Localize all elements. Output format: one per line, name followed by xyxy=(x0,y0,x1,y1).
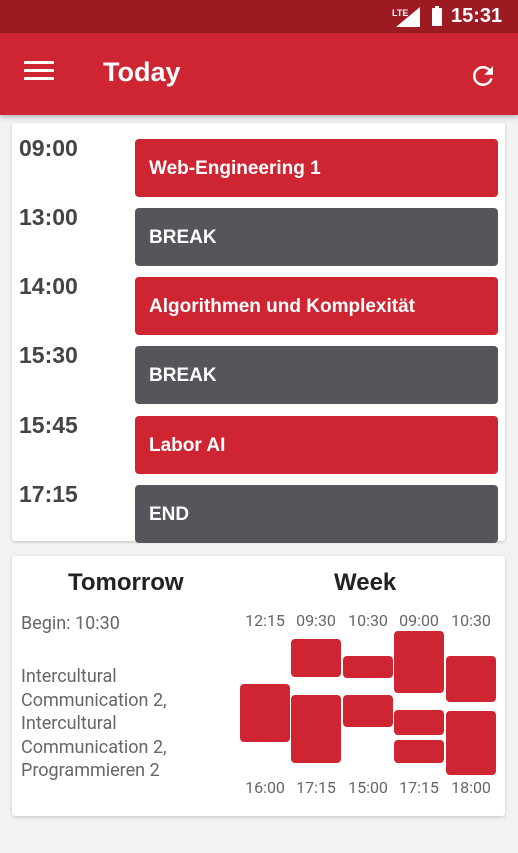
svg-text:LTE: LTE xyxy=(392,8,408,18)
end-block[interactable]: END xyxy=(135,485,498,543)
week-end-time: 17:15 xyxy=(296,778,336,797)
refresh-icon[interactable] xyxy=(468,61,498,91)
week-event-block xyxy=(291,695,341,763)
course-line: Communication 2, xyxy=(21,736,167,758)
tomorrow-courses: Intercultural Communication 2, Intercult… xyxy=(21,665,211,783)
schedule-slot: 14:00 Algorithmen und Komplexität xyxy=(12,269,505,335)
schedule-slot: 09:00 Web-Engineering 1 xyxy=(12,131,505,197)
week-heading: Week xyxy=(334,569,397,596)
break-block[interactable]: BREAK xyxy=(135,208,498,266)
slot-time: 15:45 xyxy=(19,412,78,438)
event-block[interactable]: Labor AI xyxy=(135,416,498,474)
week-event-block xyxy=(394,710,444,735)
course-line: Programmieren 2 xyxy=(21,760,160,781)
status-bar: LTE 15:31 xyxy=(0,0,518,33)
week-event-block xyxy=(240,684,290,742)
course-line: Intercultural xyxy=(21,713,117,734)
week-event-block xyxy=(394,740,444,763)
slot-time: 14:00 xyxy=(19,273,78,299)
slot-time: 13:00 xyxy=(19,204,78,230)
tomorrow-begin: Begin: 10:30 xyxy=(21,613,120,634)
week-event-block xyxy=(394,631,444,693)
week-end-time: 15:00 xyxy=(348,778,388,797)
status-time: 15:31 xyxy=(451,5,503,27)
tomorrow-heading: Tomorrow xyxy=(68,569,184,596)
week-event-block xyxy=(446,656,496,702)
battery-icon xyxy=(432,6,442,26)
week-start-time: 09:30 xyxy=(296,611,336,630)
schedule-slot: 15:30 BREAK xyxy=(12,338,505,404)
week-event-block xyxy=(343,656,393,678)
week-start-time: 10:30 xyxy=(348,611,388,630)
week-event-block xyxy=(291,639,341,677)
week-end-time: 17:15 xyxy=(399,778,439,797)
week-start-time: 12:15 xyxy=(245,611,285,630)
schedule-slot: 15:45 Labor AI xyxy=(12,408,505,474)
schedule-slot: 13:00 BREAK xyxy=(12,200,505,266)
course-line: Intercultural xyxy=(21,666,117,687)
week-event-block xyxy=(343,695,393,727)
week-start-time: 09:00 xyxy=(399,611,439,630)
slot-time: 15:30 xyxy=(19,342,78,368)
week-end-time: 18:00 xyxy=(451,778,491,797)
event-block[interactable]: Algorithmen und Komplexität xyxy=(135,277,498,335)
event-block[interactable]: Web-Engineering 1 xyxy=(135,139,498,197)
menu-icon[interactable] xyxy=(24,61,54,85)
course-line: Communication 2, xyxy=(21,689,167,711)
app-bar: Today xyxy=(0,33,518,115)
today-schedule-card: 09:00 Web-Engineering 1 13:00 BREAK 14:0… xyxy=(12,123,505,543)
lte-signal-icon: LTE xyxy=(392,7,420,27)
page-title: Today xyxy=(103,57,181,87)
slot-time: 17:15 xyxy=(19,481,78,507)
slot-time: 09:00 xyxy=(19,135,78,161)
week-end-time: 16:00 xyxy=(245,778,285,797)
tomorrow-week-card: Tomorrow Begin: 10:30 Intercultural Comm… xyxy=(12,556,505,816)
week-start-time: 10:30 xyxy=(451,611,491,630)
week-event-block xyxy=(446,711,496,775)
break-block[interactable]: BREAK xyxy=(135,346,498,404)
schedule-slot: 17:15 END xyxy=(12,477,505,543)
